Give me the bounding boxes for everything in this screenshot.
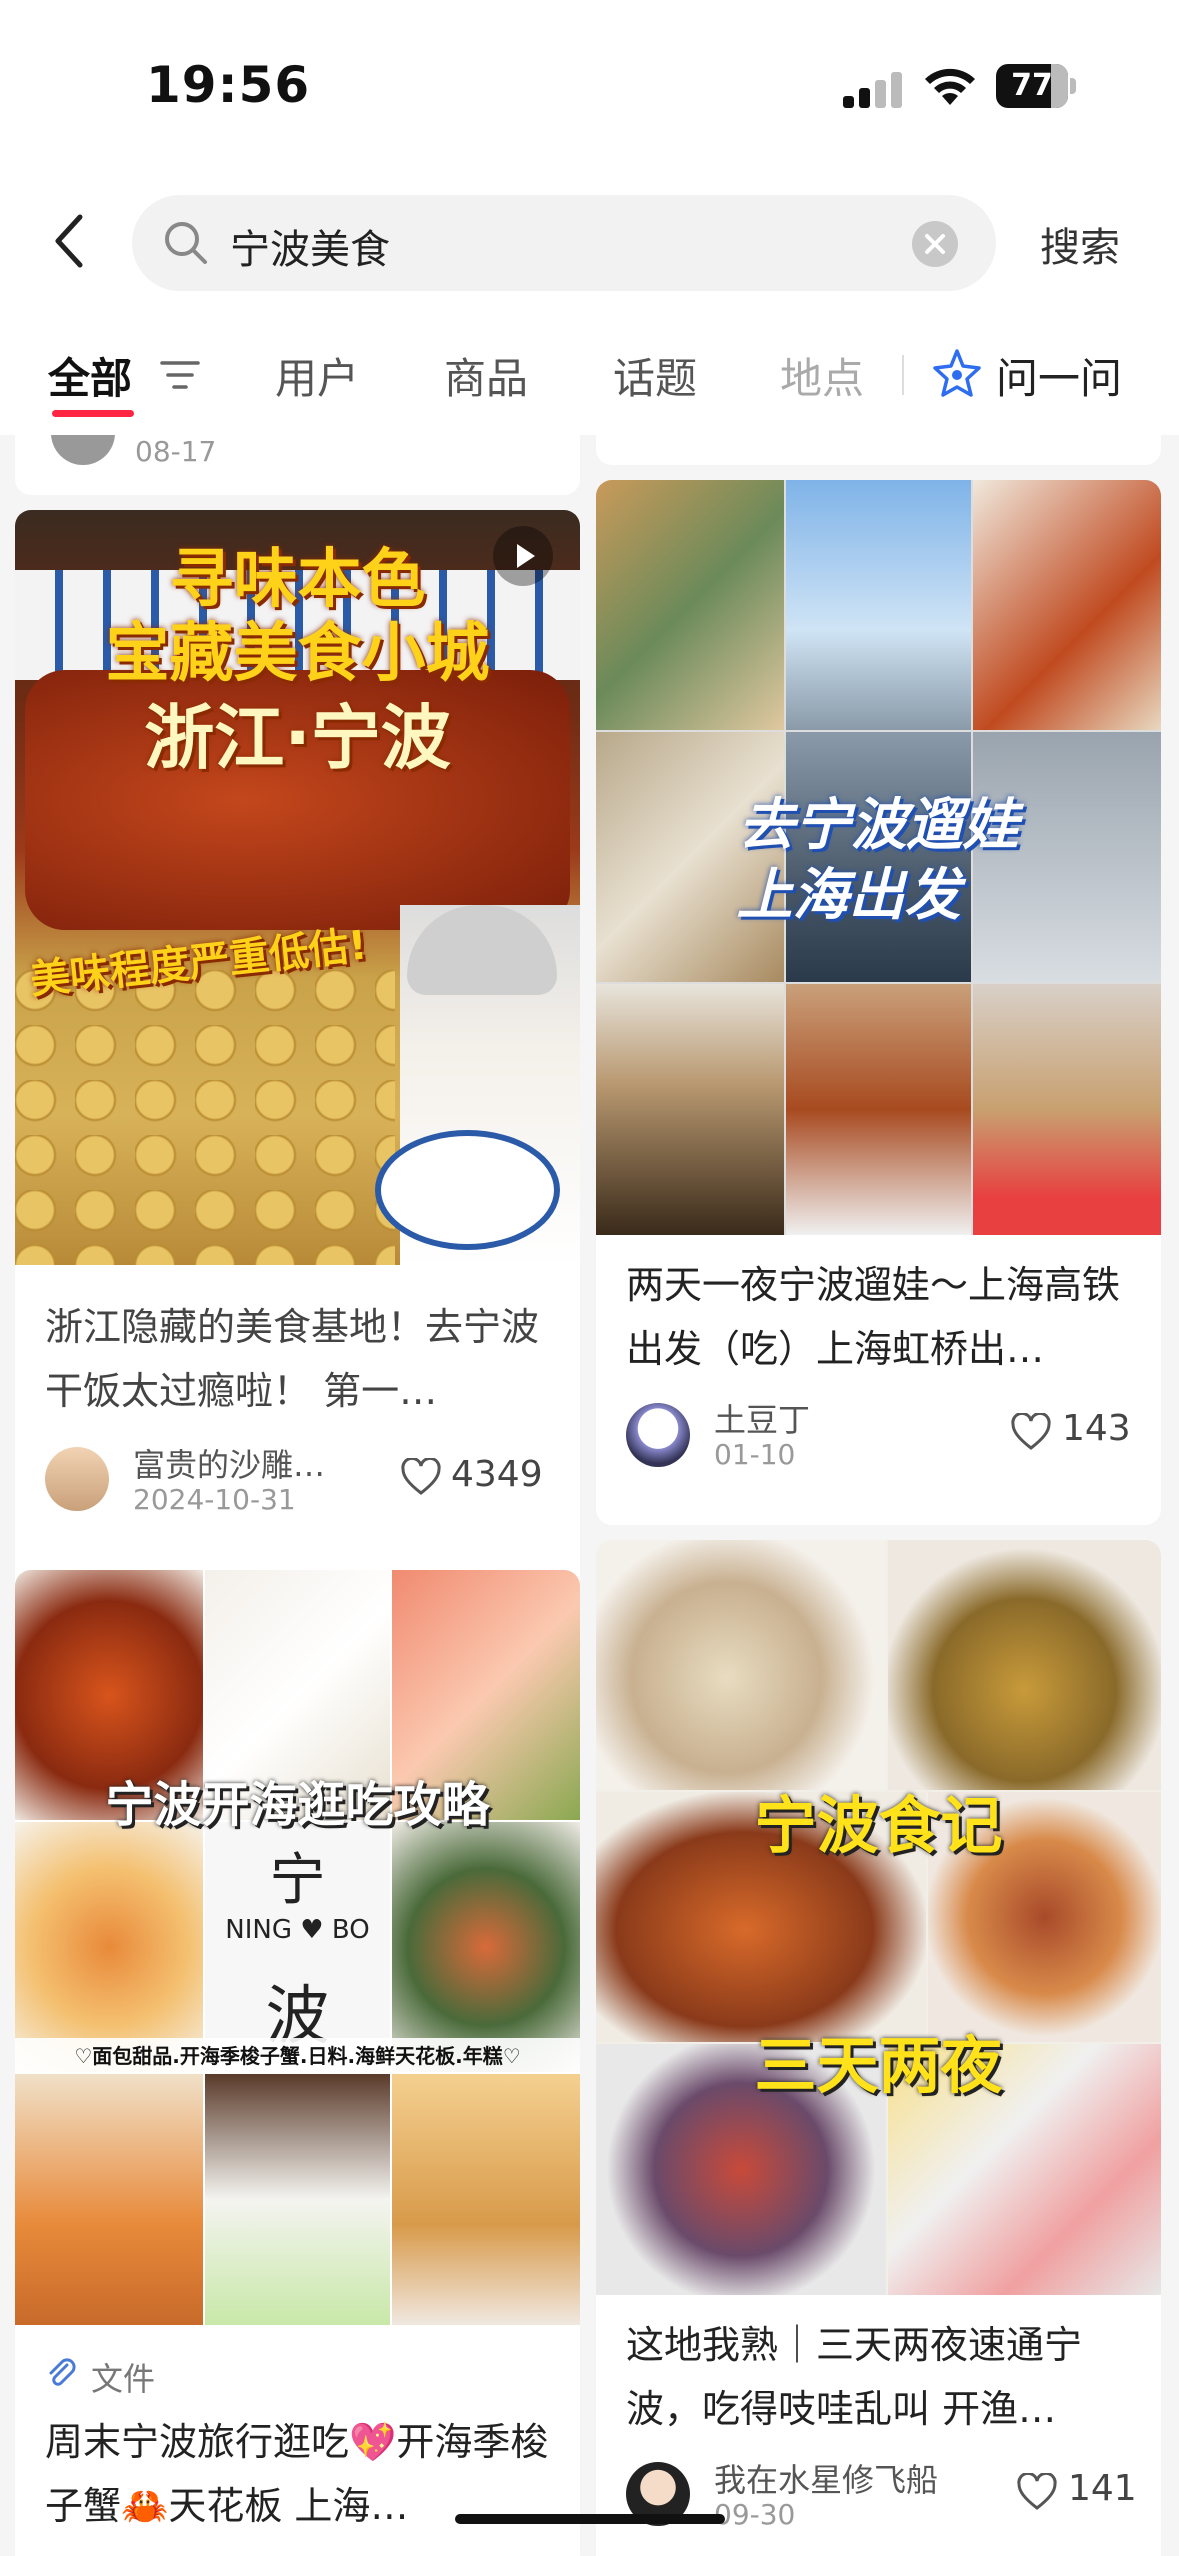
- photo-tile: [786, 984, 971, 1235]
- photo-tile: [15, 1822, 203, 2072]
- filter-icon[interactable]: [160, 359, 200, 391]
- note-card[interactable]: 寻味本色 宝藏美食小城 浙江·宁波 美味程度严重低估! 浙江隐藏的美食基地！去宁…: [15, 510, 580, 1635]
- note-tag: 文件: [91, 2360, 156, 2398]
- note-cover-image: 宁波开海逛吃攻略 宁 NING ♥ BO 波 ♡面包甜品.开海季梭子蟹.日料.海…: [15, 1570, 580, 2325]
- dumplings: [15, 970, 395, 1265]
- photo-tile: [888, 1540, 1161, 1790]
- prev-card-right[interactable]: [596, 435, 1161, 465]
- avatar[interactable]: [626, 1403, 690, 1467]
- photo-tile: [392, 1822, 580, 2072]
- active-tab-indicator: [52, 410, 134, 417]
- photo-tile: [596, 480, 784, 730]
- note-title: 这地我熟｜三天两夜速通宁波，吃得吱哇乱叫 开渔…: [626, 2323, 1083, 2431]
- note-card[interactable]: 宁波开海逛吃攻略 宁 NING ♥ BO 波 ♡面包甜品.开海季梭子蟹.日料.海…: [15, 1570, 580, 2556]
- cover-text: NING ♥ BO: [225, 1915, 370, 1945]
- search-results-feed: 08-17 寻味本色 宝藏美食小城 浙江·宁波 美味程度严重低估! 浙江隐藏的美…: [0, 435, 1179, 2556]
- like-heart-icon[interactable]: [400, 1458, 442, 1496]
- cover-text: 宁波食记: [754, 1789, 1003, 1862]
- note-card[interactable]: 宁波食记 三天两夜 这地我熟｜三天两夜速通宁波，吃得吱哇乱叫 开渔… 我在水星修…: [596, 1540, 1161, 2556]
- like-count: 4349: [451, 1454, 543, 1495]
- cover-text: 上海出发: [736, 863, 961, 928]
- tab-users[interactable]: 用户: [275, 345, 359, 406]
- cellular-signal-icon: [843, 70, 903, 108]
- note-cover-image: 寻味本色 宝藏美食小城 浙江·宁波 美味程度严重低估!: [15, 510, 580, 1265]
- status-time: 19:56: [146, 56, 311, 114]
- like-heart-icon[interactable]: [1016, 2473, 1058, 2511]
- attachment-icon: [49, 2358, 76, 2386]
- category-tabs: 全部 用户 商品 话题 地点 问一问: [0, 315, 1179, 435]
- status-bar: 19:56 77: [0, 0, 1179, 175]
- note-title: 两天一夜宁波遛娃～上海高铁出发（吃）上海虹桥出…: [626, 1263, 1121, 1371]
- prev-card-left[interactable]: 08-17: [15, 435, 580, 495]
- cover-text: 三天两夜: [754, 2029, 1003, 2102]
- tab-all[interactable]: 全部: [48, 345, 132, 406]
- cover-text: 宁波开海逛吃攻略: [105, 1777, 490, 1833]
- photo-tile: [596, 1540, 886, 1790]
- photo-tile: [15, 2074, 203, 2325]
- search-input[interactable]: 宁波美食: [132, 195, 996, 291]
- battery-icon: 77: [996, 64, 1076, 108]
- search-icon: [165, 222, 207, 264]
- back-icon[interactable]: [48, 211, 92, 271]
- cover-text: 宁: [269, 1848, 326, 1913]
- post-date: 01-10: [714, 1438, 796, 1471]
- search-query: 宁波美食: [230, 227, 390, 273]
- tab-places[interactable]: 地点: [780, 345, 864, 406]
- note-cover-image: 去宁波遛娃 上海出发: [596, 480, 1161, 1235]
- photo-tile: [973, 984, 1161, 1235]
- cover-text: 宝藏美食小城: [105, 617, 490, 691]
- noodle-bowl: [375, 1130, 560, 1250]
- search-button[interactable]: 搜索: [1040, 215, 1120, 273]
- wifi-icon: [925, 68, 975, 105]
- author-name[interactable]: 富贵的沙雕…: [133, 1440, 325, 1486]
- battery-percent: 77: [1011, 68, 1053, 103]
- author-name[interactable]: 土豆丁: [714, 1395, 810, 1441]
- like-heart-icon[interactable]: [1010, 1413, 1052, 1451]
- note-cover-image: 宁波食记 三天两夜: [596, 1540, 1161, 2295]
- author-name[interactable]: 我在水星修飞船: [714, 2455, 938, 2501]
- photo-tile: [973, 480, 1161, 730]
- tab-topics[interactable]: 话题: [613, 345, 697, 406]
- tab-divider: [902, 355, 904, 395]
- avatar: [51, 435, 115, 465]
- photo-tile: [392, 2074, 580, 2325]
- avatar[interactable]: [45, 1447, 109, 1511]
- post-date: 08-17: [135, 435, 217, 468]
- video-play-icon: [493, 526, 553, 586]
- like-count: 143: [1062, 1408, 1131, 1449]
- photo-tile: [786, 480, 971, 730]
- search-header: 宁波美食 搜索: [0, 175, 1179, 315]
- tab-ask[interactable]: 问一问: [996, 345, 1122, 406]
- note-title: 浙江隐藏的美食基地！去宁波干饭太过瘾啦！ 第一…: [45, 1305, 540, 1413]
- home-indicator[interactable]: [455, 2514, 725, 2524]
- photo-tile: [596, 984, 784, 1235]
- cover-text: 浙江·宁波: [144, 697, 451, 779]
- post-date: 2024-10-31: [133, 1483, 296, 1516]
- ask-star-icon[interactable]: [930, 347, 984, 401]
- post-date: 09-30: [714, 2498, 796, 2531]
- like-count: 141: [1068, 2468, 1137, 2509]
- cover-text: 去宁波遛娃: [738, 793, 1019, 858]
- tab-products[interactable]: 商品: [444, 345, 528, 406]
- note-card[interactable]: 去宁波遛娃 上海出发 两天一夜宁波遛娃～上海高铁出发（吃）上海虹桥出… 土豆丁 …: [596, 480, 1161, 1525]
- photo-tile: [205, 2074, 390, 2325]
- clear-icon[interactable]: [912, 221, 958, 267]
- cover-text: ♡面包甜品.开海季梭子蟹.日料.海鲜天花板.年糕♡: [15, 2038, 580, 2074]
